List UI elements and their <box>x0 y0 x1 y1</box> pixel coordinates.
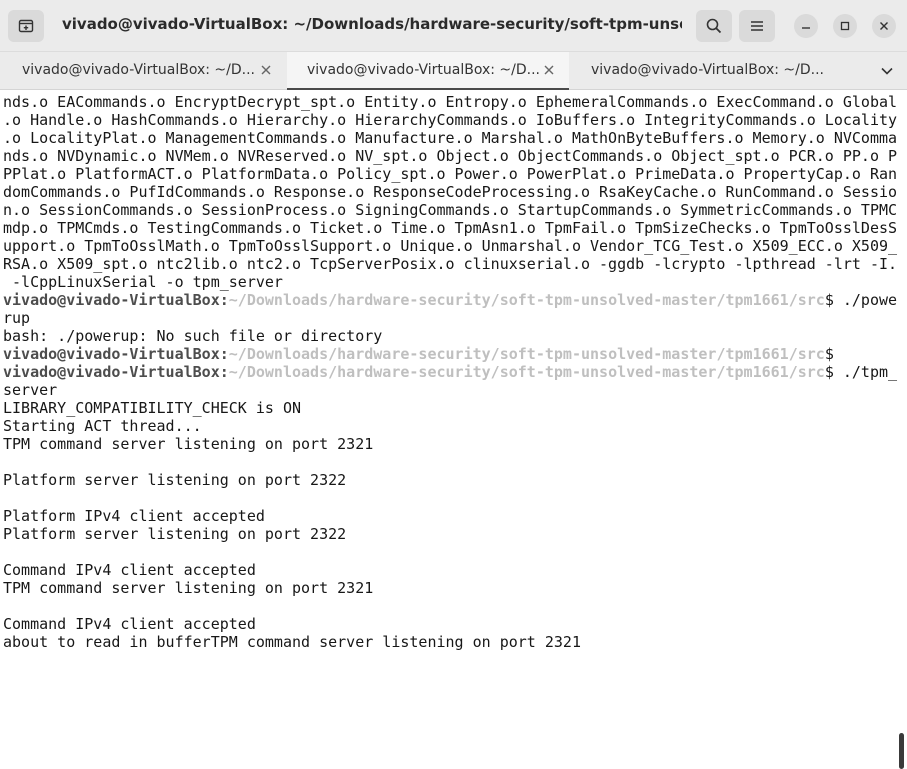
prompt-user: vivado@vivado-VirtualBox <box>3 345 220 363</box>
prompt-command: $ ./powe <box>824 291 898 309</box>
terminal-line: -lCppLinuxSerial -o tpm_server <box>3 273 283 291</box>
terminal-view[interactable]: nds.o EACommands.o EncryptDecrypt_spt.o … <box>0 90 907 769</box>
search-icon <box>706 18 722 34</box>
maximize-button[interactable] <box>833 14 857 38</box>
prompt-user: vivado@vivado-VirtualBox <box>3 363 220 381</box>
terminal-line: Platform IPv4 client accepted <box>3 507 265 525</box>
terminal-line: Starting ACT thread... <box>3 417 202 435</box>
terminal-line: upport.o TpmToOsslMath.o TpmToOsslSuppor… <box>3 237 898 255</box>
close-icon <box>880 22 888 30</box>
prompt-command: $ ./tpm_ <box>824 363 898 381</box>
terminal-line: Command IPv4 client accepted <box>3 561 256 579</box>
prompt-line: vivado@vivado-VirtualBox:~/Downloads/har… <box>3 291 897 309</box>
menu-button[interactable] <box>739 10 775 42</box>
terminal-line: bash: ./powerup: No such file or directo… <box>3 327 383 345</box>
tab-terminal-1[interactable]: vivado@vivado-VirtualBox: ~/D... <box>0 52 285 89</box>
chevron-down-icon <box>881 67 893 75</box>
tab-bar: vivado@vivado-VirtualBox: ~/D... vivado@… <box>0 52 907 90</box>
prompt-separator: : <box>219 291 229 309</box>
tab-label: vivado@vivado-VirtualBox: ~/D... <box>307 62 540 78</box>
prompt-line: vivado@vivado-VirtualBox:~/Downloads/har… <box>3 345 897 363</box>
title-bar: vivado@vivado-VirtualBox: ~/Downloads/ha… <box>0 0 907 52</box>
terminal-line: about to read in bufferTPM command serve… <box>3 633 581 651</box>
tab-close-icon <box>544 65 554 75</box>
prompt-line: vivado@vivado-VirtualBox:~/Downloads/har… <box>3 363 897 381</box>
terminal-line: RSA.o X509_spt.o ntc2lib.o ntc2.o TcpSer… <box>3 255 898 273</box>
prompt-command: $ <box>824 345 834 363</box>
window-title: vivado@vivado-VirtualBox: ~/Downloads/ha… <box>62 15 682 33</box>
tab-label: vivado@vivado-VirtualBox: ~/D... <box>22 62 255 78</box>
tab-terminal-3[interactable]: vivado@vivado-VirtualBox: ~/D... <box>571 52 863 89</box>
terminal-line: domCommands.o PufIdCommands.o Response.o… <box>3 183 898 201</box>
new-tab-icon <box>18 19 34 33</box>
minimize-icon <box>802 27 810 29</box>
tab-close-icon <box>261 65 271 75</box>
terminal-line: TPM command server listening on port 232… <box>3 579 374 597</box>
terminal-line: mdp.o TPMCmds.o TestingCommands.o Ticket… <box>3 219 898 237</box>
prompt-separator: : <box>219 363 229 381</box>
terminal-line: rup <box>3 309 31 327</box>
terminal-line: Command IPv4 client accepted <box>3 615 256 633</box>
maximize-icon <box>840 21 850 31</box>
terminal-line: LIBRARY_COMPATIBILITY_CHECK is ON <box>3 399 302 417</box>
terminal-line: Platform server listening on port 2322 <box>3 525 347 543</box>
terminal-line: TPM command server listening on port 232… <box>3 435 374 453</box>
prompt-path: ~/Downloads/hardware-security/soft-tpm-u… <box>228 291 825 309</box>
prompt-separator: : <box>219 345 229 363</box>
search-button[interactable] <box>696 10 732 42</box>
new-tab-button[interactable] <box>8 10 44 42</box>
tab-list-dropdown[interactable] <box>877 62 897 80</box>
tab-terminal-2[interactable]: vivado@vivado-VirtualBox: ~/D... <box>287 52 569 90</box>
terminal-line: Platform server listening on port 2322 <box>3 471 347 489</box>
tab-label: vivado@vivado-VirtualBox: ~/D... <box>591 62 824 78</box>
prompt-path: ~/Downloads/hardware-security/soft-tpm-u… <box>228 345 825 363</box>
minimize-button[interactable] <box>794 14 818 38</box>
terminal-line: server <box>3 381 58 399</box>
tab-close-button[interactable] <box>542 63 556 77</box>
terminal-line: nds.o EACommands.o EncryptDecrypt_spt.o … <box>3 93 898 111</box>
prompt-path: ~/Downloads/hardware-security/soft-tpm-u… <box>228 363 825 381</box>
tab-close-button[interactable] <box>259 63 273 77</box>
terminal-line: .o Handle.o HashCommands.o Hierarchy.o H… <box>3 111 898 129</box>
hamburger-menu-icon <box>751 21 763 31</box>
prompt-user: vivado@vivado-VirtualBox <box>3 291 220 309</box>
terminal-line: nds.o NVDynamic.o NVMem.o NVReserved.o N… <box>3 147 898 165</box>
close-button[interactable] <box>872 14 896 38</box>
terminal-line: n.o SessionCommands.o SessionProcess.o S… <box>3 201 898 219</box>
terminal-output: nds.o EACommands.o EncryptDecrypt_spt.o … <box>3 93 897 651</box>
terminal-line: .o LocalityPlat.o ManagementCommands.o M… <box>3 129 898 147</box>
terminal-line: PPlat.o PlatformACT.o PlatformData.o Pol… <box>3 165 898 183</box>
scrollbar[interactable] <box>899 733 904 769</box>
